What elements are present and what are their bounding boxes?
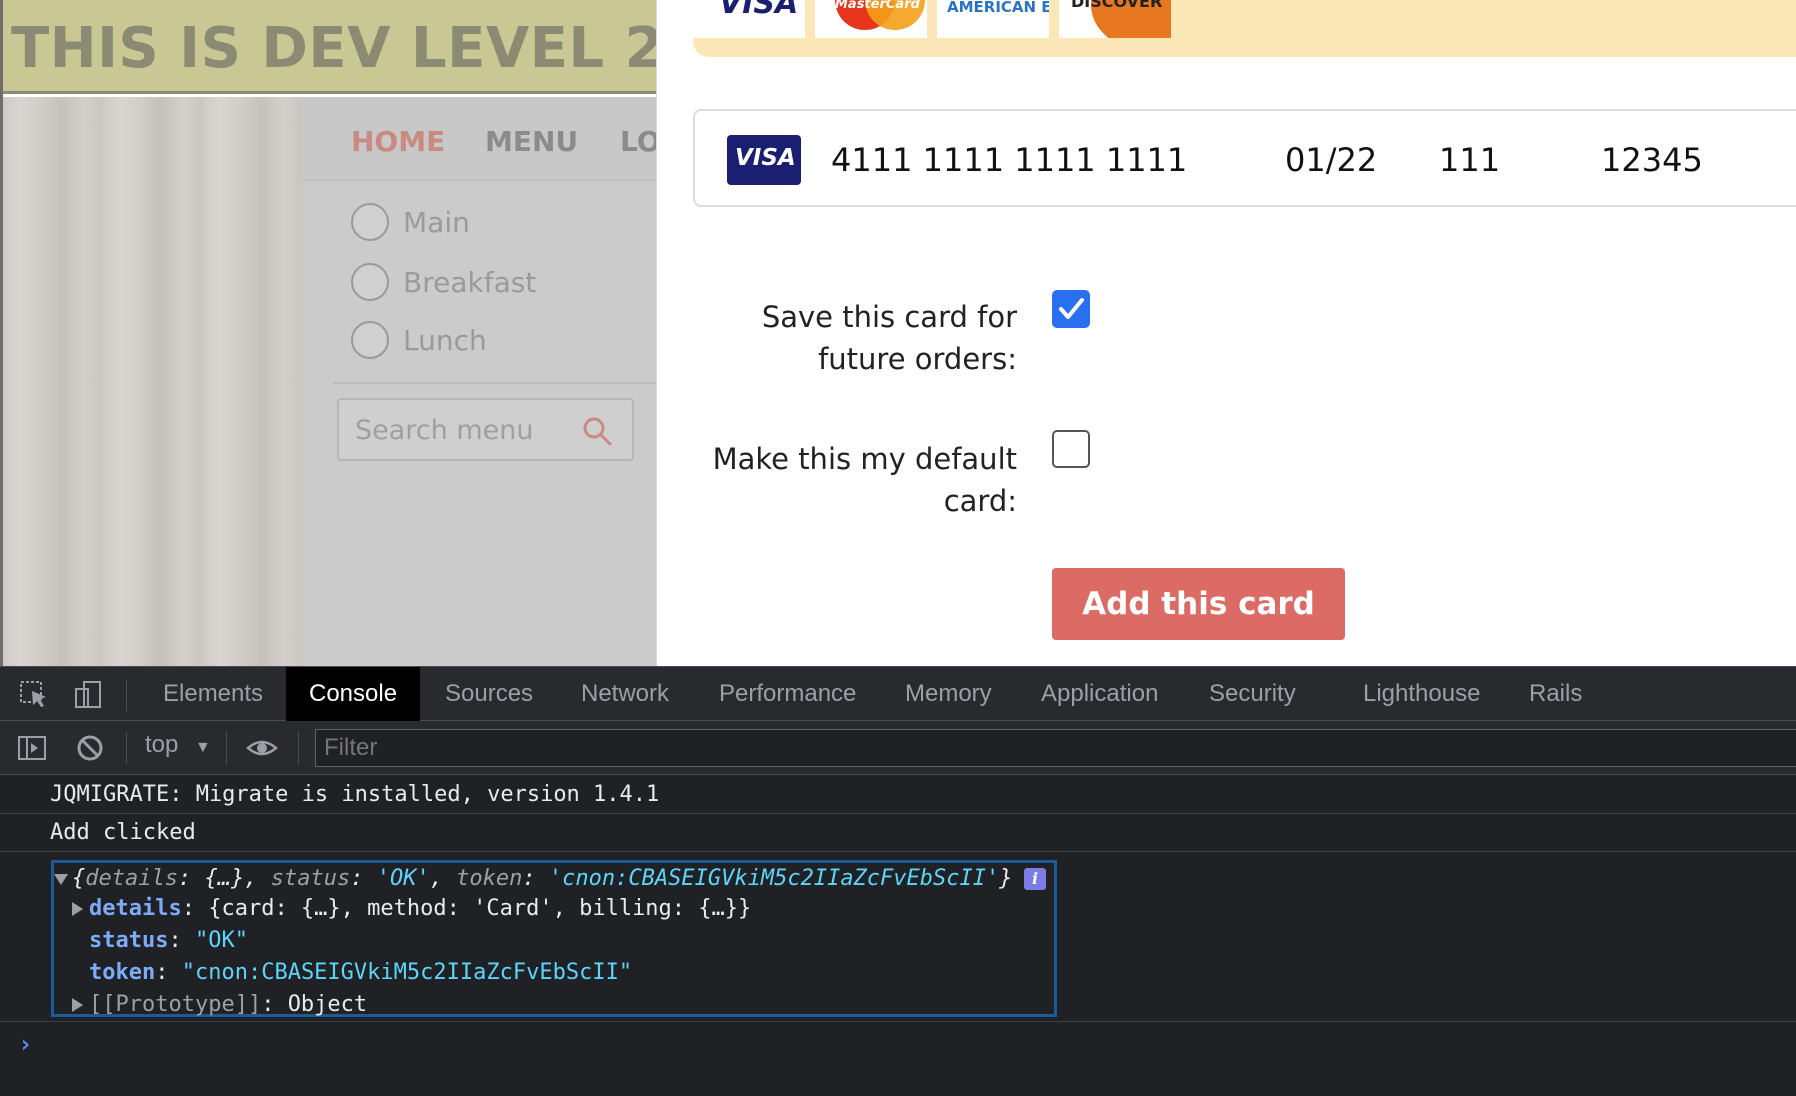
- menu-search-input[interactable]: Search menu: [337, 398, 634, 461]
- token-row: token: "cnon:CBASEIGVkiM5c2IIaZcFvEbScII…: [89, 960, 633, 985]
- site-nav: HOME MENU LO: [303, 97, 656, 181]
- console-filter-input[interactable]: [315, 729, 1796, 767]
- radio-button[interactable]: [351, 263, 389, 301]
- tab-security[interactable]: Security: [1192, 667, 1313, 721]
- card-postal-input[interactable]: 12345: [1601, 141, 1703, 179]
- filter-lunch[interactable]: Lunch: [351, 320, 487, 360]
- prompt-chevron-icon: ›: [18, 1030, 33, 1058]
- checkmark-icon: [1059, 298, 1084, 319]
- radio-button[interactable]: [351, 203, 389, 241]
- screen: THIS IS DEV LEVEL 2 HOME MENU LO Main Br…: [0, 0, 1796, 1096]
- tab-performance[interactable]: Performance: [702, 667, 873, 721]
- accepted-cards-bar: VISA MasterCard AMERICAN EXPRESS DISCOVE…: [693, 0, 1796, 57]
- tab-elements[interactable]: Elements: [146, 667, 280, 721]
- expand-triangle-icon[interactable]: [54, 873, 68, 885]
- nav-location[interactable]: LO: [620, 125, 656, 158]
- add-card-button[interactable]: Add this card: [1052, 568, 1345, 640]
- eye-icon[interactable]: [246, 732, 278, 764]
- card-brand-text: VISA: [735, 145, 796, 171]
- payment-pane: VISA MasterCard AMERICAN EXPRESS DISCOVE…: [656, 0, 1796, 666]
- amex-logo: AMERICAN EXPRESS: [937, 0, 1049, 38]
- context-selector[interactable]: top ▼: [145, 731, 211, 763]
- dev-environment-banner: THIS IS DEV LEVEL 2: [3, 0, 656, 94]
- radio-button[interactable]: [351, 321, 389, 359]
- tab-console[interactable]: Console: [286, 667, 421, 721]
- object-summary-line[interactable]: {details: {…}, status: 'OK', token: 'cno…: [54, 863, 1013, 895]
- tab-rails[interactable]: Rails: [1512, 667, 1599, 721]
- visa-logo: VISA: [693, 0, 805, 38]
- separator: [126, 679, 127, 711]
- discover-logo: DISCOVER: [1059, 0, 1171, 38]
- card-brand-icon: VISA: [727, 135, 801, 185]
- tab-lighthouse[interactable]: Lighthouse: [1346, 667, 1497, 721]
- default-card-checkbox[interactable]: [1052, 430, 1090, 468]
- filter-label: Lunch: [403, 323, 487, 357]
- caret-down-icon: ▼: [195, 739, 211, 756]
- clear-console-icon[interactable]: [74, 732, 106, 764]
- inspect-element-icon[interactable]: [18, 679, 50, 711]
- card-entry-row: VISA 4111 1111 1111 1111 01/22 111 12345: [693, 109, 1796, 207]
- console-toolbar: top ▼: [0, 721, 1796, 775]
- separator: [226, 732, 227, 764]
- nav-home[interactable]: HOME: [351, 125, 445, 158]
- device-toolbar-icon[interactable]: [72, 679, 104, 711]
- mastercard-logo: MasterCard: [815, 0, 927, 38]
- sidebar-toggle-icon[interactable]: [16, 732, 48, 764]
- prototype-row[interactable]: [[Prototype]]: Object: [72, 989, 367, 1021]
- status-row: status: "OK": [89, 928, 248, 953]
- tab-sources[interactable]: Sources: [428, 667, 550, 721]
- context-value: top: [145, 731, 179, 758]
- devtools-tab-bar: Elements Console Sources Network Perform…: [0, 666, 1796, 721]
- discover-logo-text: DISCOVER: [1071, 0, 1163, 11]
- visa-logo-text: VISA: [719, 0, 799, 21]
- mastercard-logo-text: MasterCard: [835, 0, 920, 12]
- tab-network[interactable]: Network: [564, 667, 686, 721]
- filter-main[interactable]: Main: [351, 202, 470, 242]
- website-menu-pane: THIS IS DEV LEVEL 2 HOME MENU LO Main Br…: [0, 0, 656, 666]
- console-output: JQMIGRATE: Migrate is installed, version…: [0, 776, 1796, 1096]
- search-placeholder: Search menu: [355, 415, 534, 446]
- card-cvv-input[interactable]: 111: [1439, 141, 1500, 179]
- card-number-input[interactable]: 4111 1111 1111 1111: [831, 141, 1187, 179]
- card-expiry-input[interactable]: 01/22: [1285, 141, 1377, 179]
- console-prompt[interactable]: ›: [0, 1021, 1796, 1096]
- collapse-triangle-icon[interactable]: [72, 902, 83, 916]
- nav-menu[interactable]: MENU: [485, 125, 578, 158]
- tab-memory[interactable]: Memory: [888, 667, 1009, 721]
- tab-application[interactable]: Application: [1024, 667, 1175, 721]
- save-card-label: Save this card for future orders:: [761, 300, 1017, 376]
- console-object-entry[interactable]: {details: {…}, status: 'OK', token: 'cno…: [51, 860, 1057, 1017]
- collapse-triangle-icon[interactable]: [72, 998, 83, 1012]
- amex-logo-text: AMERICAN EXPRESS: [947, 0, 1049, 16]
- separator: [126, 732, 127, 764]
- details-row[interactable]: details: {card: {…}, method: 'Card', bil…: [72, 893, 751, 925]
- separator: [298, 732, 299, 764]
- info-icon[interactable]: i: [1024, 868, 1046, 890]
- default-card-label: Make this my default card:: [712, 442, 1017, 518]
- filter-breakfast[interactable]: Breakfast: [351, 262, 536, 302]
- console-message: JQMIGRATE: Migrate is installed, version…: [0, 776, 1796, 814]
- search-icon[interactable]: [582, 416, 612, 446]
- divider: [333, 382, 656, 384]
- filter-label: Main: [403, 205, 470, 239]
- console-message: Add clicked: [0, 814, 1796, 852]
- dev-banner-text: THIS IS DEV LEVEL 2: [11, 16, 656, 81]
- devtools-panel: Elements Console Sources Network Perform…: [0, 666, 1796, 1096]
- menu-panel: HOME MENU LO Main Breakfast Lunch Search…: [303, 97, 656, 666]
- wood-background: [3, 97, 303, 666]
- filter-label: Breakfast: [403, 265, 537, 299]
- save-card-checkbox[interactable]: [1052, 290, 1090, 328]
